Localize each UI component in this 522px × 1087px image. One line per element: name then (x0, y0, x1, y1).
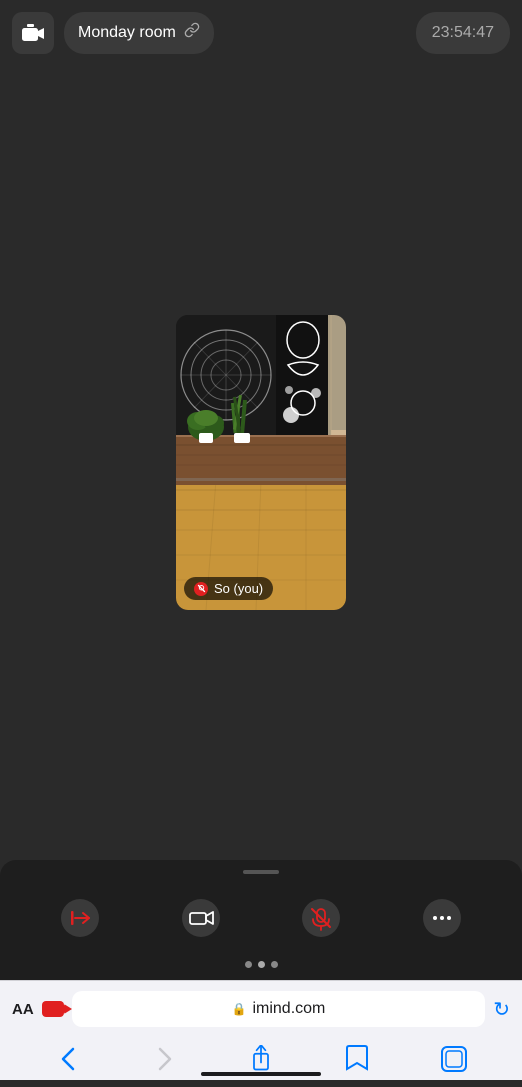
link-icon (184, 22, 200, 43)
page-dot-3 (271, 961, 278, 968)
more-icon (423, 899, 461, 937)
room-name-pill[interactable]: Monday room (64, 12, 214, 54)
leave-icon (61, 899, 99, 937)
page-dot-1 (245, 961, 252, 968)
page-indicator (245, 961, 278, 968)
record-indicator-icon (42, 1001, 64, 1017)
forward-button[interactable] (147, 1041, 183, 1077)
camera-toggle-icon (182, 899, 220, 937)
camera-icon (22, 24, 44, 42)
camera-toggle-button[interactable] (173, 890, 229, 946)
share-icon (249, 1045, 273, 1073)
forward-icon (156, 1045, 174, 1073)
tabs-icon (441, 1046, 467, 1072)
browser-bar: AA 🔒 imind.com ↻ (0, 980, 522, 1080)
home-indicator (201, 1072, 321, 1076)
camera-button[interactable] (12, 12, 54, 54)
url-text: imind.com (252, 1000, 325, 1018)
back-button[interactable] (50, 1041, 86, 1077)
mute-indicator-icon (194, 582, 208, 596)
aa-button[interactable]: AA (12, 1001, 34, 1018)
bookmarks-button[interactable] (339, 1041, 375, 1077)
page-dot-2 (258, 961, 265, 968)
more-button[interactable] (414, 890, 470, 946)
reload-button[interactable]: ↻ (493, 997, 510, 1022)
mute-icon (302, 899, 340, 937)
time-label: 23:54:47 (432, 24, 494, 42)
url-field[interactable]: 🔒 imind.com (72, 991, 486, 1027)
back-icon (59, 1045, 77, 1073)
participant-name-label: So (you) (214, 581, 263, 596)
bookmarks-icon (344, 1045, 370, 1073)
controls-panel (0, 860, 522, 980)
participant-name-badge: So (you) (184, 577, 273, 600)
header: Monday room 23:54:47 (0, 0, 522, 65)
tabs-button[interactable] (436, 1041, 472, 1077)
participant-video-tile: So (you) (176, 315, 346, 610)
lock-icon: 🔒 (232, 1002, 247, 1016)
time-display: 23:54:47 (416, 12, 510, 54)
url-bar: AA 🔒 imind.com ↻ (0, 981, 522, 1037)
main-video-area: So (you) (0, 65, 522, 860)
controls-row (0, 874, 522, 961)
room-scene (176, 315, 346, 610)
leave-button[interactable] (52, 890, 108, 946)
mute-button[interactable] (293, 890, 349, 946)
room-name-label: Monday room (78, 24, 176, 42)
